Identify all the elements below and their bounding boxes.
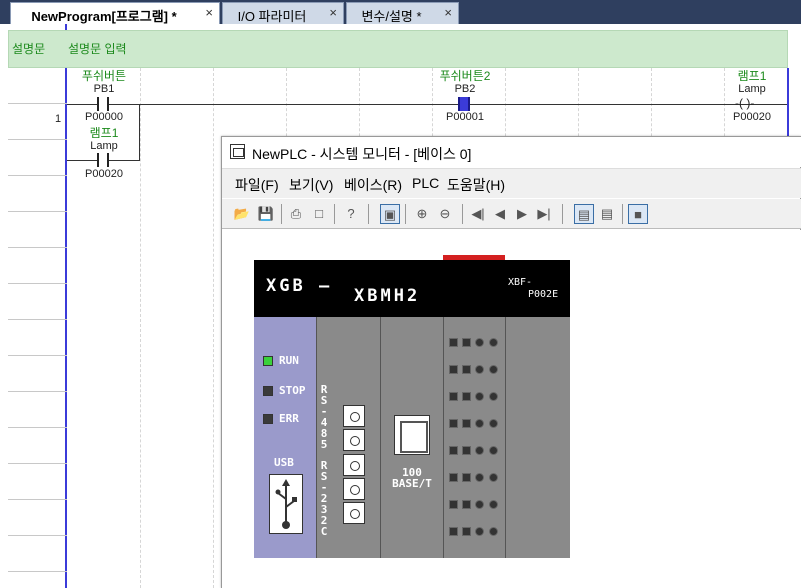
comment-text[interactable]: 설명문 입력 <box>68 40 127 57</box>
usb-port <box>269 474 303 534</box>
lamp-contact-comment: 램프1 <box>89 126 119 140</box>
run-label: RUN <box>279 354 299 367</box>
coil-name: Lamp <box>738 83 766 95</box>
rs232-port-2 <box>343 478 365 500</box>
rung-wire <box>67 104 787 105</box>
menu-bar: 파일(F) 보기(V) 베이스(R) PLC 도움말(H) <box>222 168 801 198</box>
first-icon[interactable]: ◀| <box>468 204 488 224</box>
pb1-name: PB1 <box>93 83 115 95</box>
module-label-1: XBF- <box>508 277 533 288</box>
app-root: NewProgram[프로그램] * × I/O 파라미터 × 변수/설명 * … <box>0 0 801 588</box>
rs232-port-1 <box>343 454 365 476</box>
help-icon[interactable]: ? <box>341 204 361 224</box>
branch-wire <box>139 104 140 161</box>
tab-new-program[interactable]: NewProgram[프로그램] * × <box>10 2 220 24</box>
screen-icon[interactable]: ■ <box>628 204 648 224</box>
coil-comment: 램프1 <box>737 69 767 83</box>
open-icon[interactable]: 📂 <box>232 204 252 224</box>
menu-view[interactable]: 보기(V) <box>289 175 333 195</box>
menu-file[interactable]: 파일(F) <box>235 175 279 195</box>
print-preview-icon[interactable]: □ <box>309 204 329 224</box>
document-tab-bar: NewProgram[프로그램] * × I/O 파라미터 × 변수/설명 * … <box>0 0 801 24</box>
stop-led <box>263 386 273 396</box>
run-led <box>263 356 273 366</box>
last-icon[interactable]: ▶| <box>534 204 554 224</box>
ethernet-port <box>394 415 430 455</box>
tab-label: NewProgram[프로그램] * <box>31 9 177 24</box>
plc-module[interactable]: XGB — XBMH2 XBF- P002E RUN STOP ERR USB <box>254 255 570 558</box>
save-icon[interactable]: 💾 <box>256 204 276 224</box>
stop-label: STOP <box>279 384 306 397</box>
rs232-port-3 <box>343 502 365 524</box>
tab-label: I/O 파라미터 <box>237 9 307 24</box>
zoom-out-icon[interactable]: ⊖ <box>435 204 455 224</box>
rs485-port-1 <box>343 405 365 427</box>
comm2-icon[interactable]: ▤ <box>597 204 617 224</box>
pb2-address: P00001 <box>446 111 484 123</box>
system-monitor-icon <box>230 144 245 159</box>
close-icon[interactable]: × <box>329 5 337 20</box>
menu-help[interactable]: 도움말(H) <box>447 175 505 195</box>
menu-plc[interactable]: PLC <box>412 175 439 191</box>
lamp-contact-name: Lamp <box>90 140 118 152</box>
pb2-comment: 푸쉬버튼2 <box>439 69 491 83</box>
grid-column <box>213 68 214 588</box>
menu-base[interactable]: 베이스(R) <box>344 175 402 195</box>
module-label-2: P002E <box>528 289 559 300</box>
usb-icon <box>275 479 297 529</box>
contact-pb2[interactable] <box>458 97 470 111</box>
monitor-icon[interactable]: ▣ <box>380 204 400 224</box>
base-view: XGB — XBMH2 XBF- P002E RUN STOP ERR USB <box>222 230 801 588</box>
system-monitor-window[interactable]: NewPLC - 시스템 모니터 - [베이스 0] 파일(F) 보기(V) 베… <box>221 136 801 588</box>
contact-pb1[interactable] <box>97 97 109 111</box>
lamp-contact-address: P00020 <box>85 168 123 180</box>
tab-io-parameter[interactable]: I/O 파라미터 × <box>222 2 344 24</box>
rs485-port-2 <box>343 429 365 451</box>
row-header-column <box>8 24 67 588</box>
tab-label: 변수/설명 * <box>361 9 422 24</box>
contact-lamp[interactable] <box>97 153 109 167</box>
err-led <box>263 414 273 424</box>
rung-number: 1 <box>55 113 62 125</box>
next-icon[interactable]: ▶ <box>512 204 532 224</box>
print-icon[interactable]: ⎙ <box>286 204 306 224</box>
brand-label: XGB — <box>266 276 333 296</box>
pb2-name: PB2 <box>454 83 476 95</box>
model-label: XBMH2 <box>354 286 421 306</box>
window-title: NewPLC - 시스템 모니터 - [베이스 0] <box>252 146 472 162</box>
toolbar: 📂 💾 ⎙ □ ? ▣ ⊕ ⊖ ◀| ◀ ▶ ▶| ▤ ▤ ■ <box>222 199 801 229</box>
comment-label: 설명문 <box>12 42 46 56</box>
pb1-address: P00000 <box>85 111 123 123</box>
rs232-label: RS-232C <box>320 459 328 538</box>
coil-lamp[interactable]: -( )- <box>735 96 754 110</box>
tab-variables[interactable]: 변수/설명 * × <box>346 2 459 24</box>
plc-header: XGB — XBMH2 XBF- P002E <box>254 260 570 317</box>
comm-icon[interactable]: ▤ <box>574 204 594 224</box>
close-icon[interactable]: × <box>444 5 452 20</box>
err-label: ERR <box>279 412 299 425</box>
window-title-bar[interactable]: NewPLC - 시스템 모니터 - [베이스 0] <box>222 137 801 167</box>
io-panel <box>443 317 505 558</box>
empty-slot-panel <box>505 317 570 558</box>
zoom-in-icon[interactable]: ⊕ <box>412 204 432 224</box>
usb-label: USB <box>274 456 294 469</box>
grid-column <box>140 68 141 588</box>
prev-icon[interactable]: ◀ <box>490 204 510 224</box>
coil-address: P00020 <box>733 111 771 123</box>
ethernet-type-label: BASE/T <box>392 477 432 490</box>
close-icon[interactable]: × <box>205 5 213 20</box>
rs485-label: RS-485 <box>320 383 328 451</box>
pb1-comment: 푸쉬버튼 <box>81 69 127 83</box>
